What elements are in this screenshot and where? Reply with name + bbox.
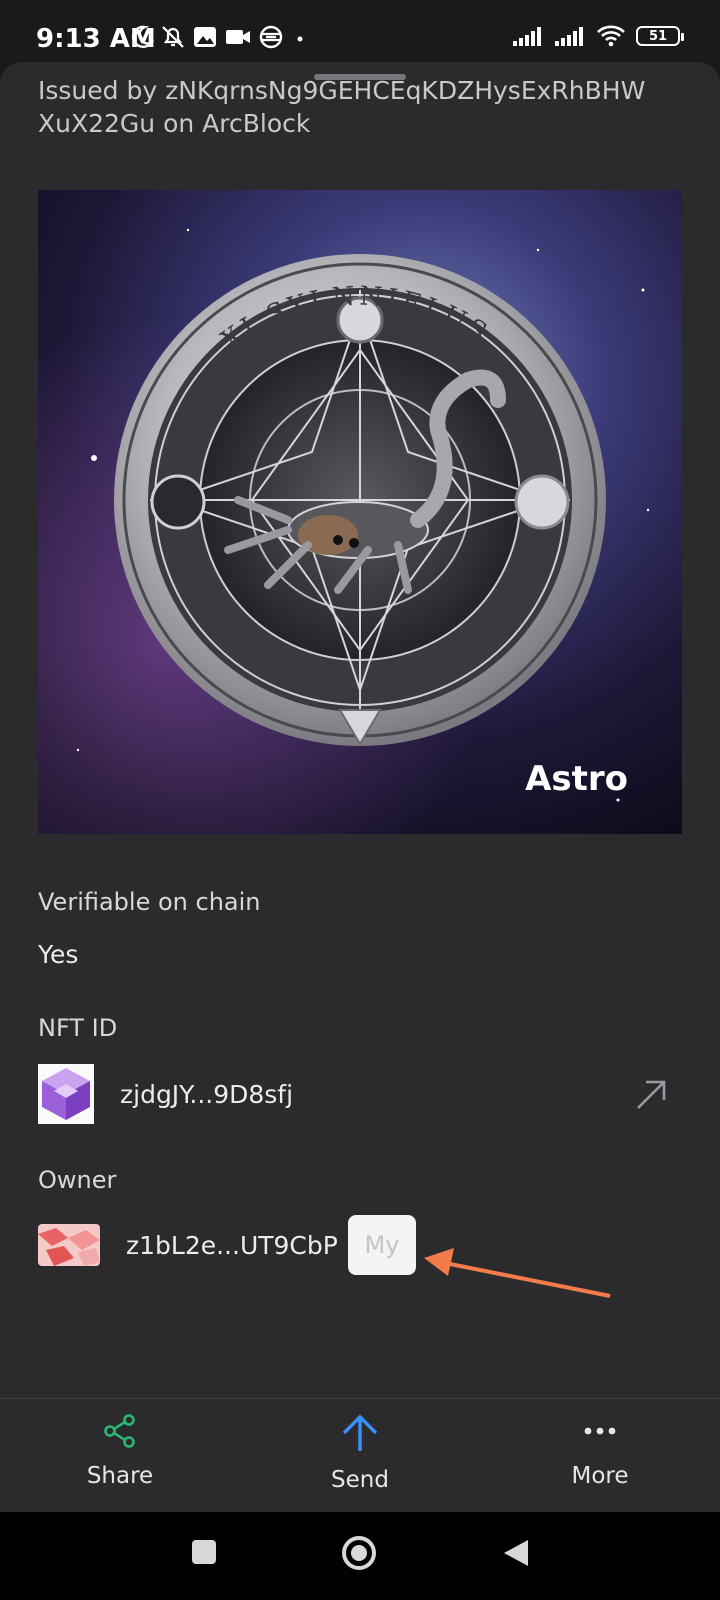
share-icon [104, 1414, 135, 1448]
home-circle-icon[interactable] [340, 1534, 378, 1572]
nft-cube-icon [38, 1064, 94, 1124]
send-arrow-icon [342, 1414, 378, 1451]
annotation-arrow-icon [424, 1248, 611, 1298]
battery-level: 51 [648, 28, 668, 44]
verifiable-value: Yes [38, 940, 79, 969]
external-link-icon[interactable] [634, 1078, 668, 1112]
owner-avatar-icon [38, 1224, 100, 1266]
drag-handle[interactable] [314, 74, 406, 80]
battery-icon: 51 [636, 26, 684, 46]
system-nav-bar [0, 1512, 720, 1600]
more-dots-icon [584, 1427, 616, 1435]
send-label: Send [331, 1467, 389, 1493]
moon-icon [131, 25, 154, 48]
owner-row[interactable]: z1bL2e...UT9CbP [38, 1224, 338, 1266]
send-button[interactable]: Send [280, 1413, 440, 1493]
globe-icon [259, 25, 283, 49]
verifiable-label: Verifiable on chain [38, 888, 261, 916]
my-badge: My [348, 1215, 416, 1275]
bell-off-icon [162, 26, 184, 48]
dot-icon [297, 36, 303, 42]
owner-label: Owner [38, 1166, 117, 1194]
video-icon [226, 30, 250, 44]
back-triangle-icon[interactable] [502, 1538, 530, 1568]
share-label: Share [86, 1463, 154, 1489]
owner-address[interactable]: z1bL2e...UT9CbP [126, 1231, 338, 1260]
signal-icon [513, 27, 541, 46]
recents-square-icon[interactable] [190, 1538, 218, 1566]
action-bar: Share Send More [0, 1398, 720, 1513]
astro-brand-text: Astro [525, 759, 628, 799]
scorpio-coin-artwork: XI SYLNNIELUS Astro [38, 190, 682, 834]
image-icon [194, 27, 216, 47]
more-label: More [571, 1463, 629, 1489]
nft-id-value[interactable]: zjdgJY...9D8sfj [120, 1080, 293, 1109]
nft-id-row[interactable]: zjdgJY...9D8sfj [38, 1064, 293, 1124]
status-icons-left [128, 24, 310, 50]
issuer-text: Issued by zNKqrnsNg9GEHCEqKDZHysExRhBHW … [38, 76, 646, 138]
nft-artwork[interactable]: XI SYLNNIELUS Astro [38, 190, 682, 834]
nft-id-label: NFT ID [38, 1014, 118, 1042]
signal-icon [555, 27, 583, 46]
more-button[interactable]: More [520, 1413, 680, 1489]
status-icons-right: 51 [512, 24, 684, 48]
wifi-icon [597, 25, 625, 47]
share-button[interactable]: Share [40, 1413, 200, 1489]
